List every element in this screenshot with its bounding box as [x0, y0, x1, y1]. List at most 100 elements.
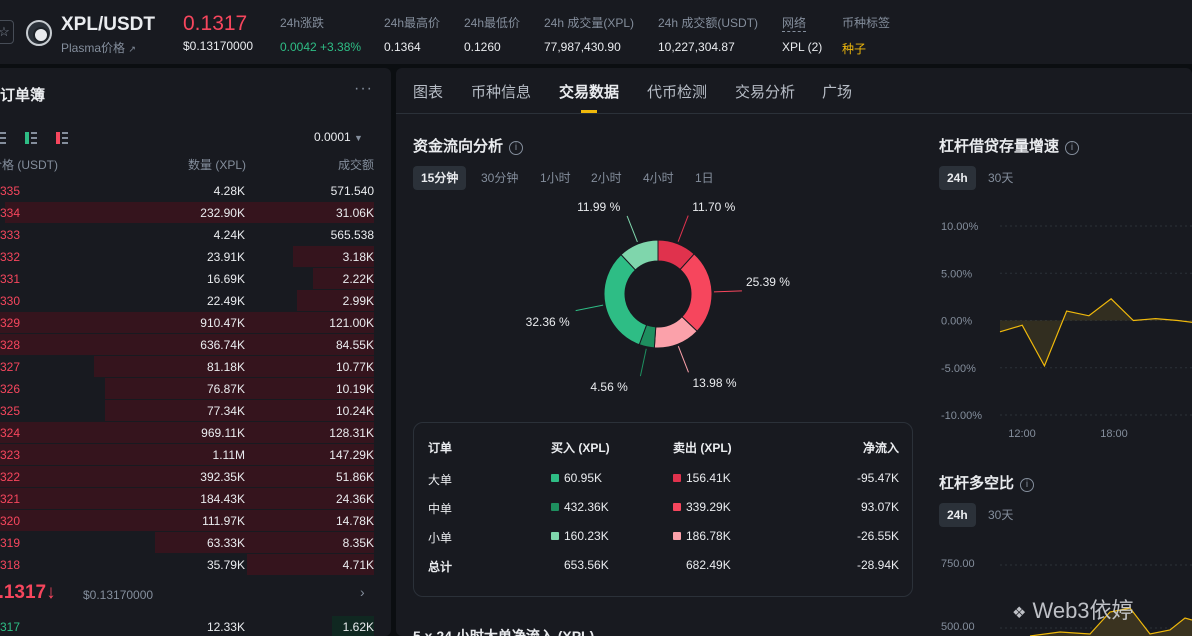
- row-total-buy: 653.56K: [564, 558, 609, 572]
- orderbook-both-view-icon[interactable]: [0, 132, 6, 144]
- stat-value: 0.1364: [384, 40, 421, 54]
- coin-price-link[interactable]: Plasma价格 ↗: [61, 39, 136, 56]
- info-icon[interactable]: i: [1020, 478, 1035, 492]
- row-large-buy-value: 60.95K: [564, 471, 603, 485]
- favorite-star-icon[interactable]: ☆: [0, 20, 14, 44]
- ask-qty: 35.79K: [206, 558, 245, 572]
- ask-price: .1322: [0, 470, 21, 484]
- ask-row[interactable]: .1324 969.11K 128.31K: [0, 422, 374, 444]
- row-small-net: -26.55K: [856, 529, 899, 543]
- ask-price: .1331: [0, 272, 21, 286]
- ticker-header: ☆ XPL/USDT Plasma价格 ↗ 0.1317 $0.13170000…: [0, 0, 1192, 64]
- tab-trade-analysis[interactable]: 交易分析: [735, 81, 795, 102]
- ask-total: 51.86K: [335, 470, 374, 484]
- tab-square[interactable]: 广场: [822, 81, 852, 102]
- orderbook-asks-view-icon[interactable]: [56, 132, 68, 144]
- ask-row[interactable]: .1326 76.87K 10.19K: [0, 378, 374, 400]
- ask-price: .1328: [0, 338, 21, 352]
- stat-24h-low: 24h最低价 0.1260: [464, 14, 520, 54]
- pair-name[interactable]: XPL/USDT: [61, 14, 155, 36]
- stat-network[interactable]: 网络 XPL (2): [782, 14, 822, 54]
- col-header-qty: 数量 (XPL): [187, 158, 246, 172]
- ask-row[interactable]: .1328 636.74K 84.55K: [0, 334, 374, 356]
- long-short-title-text: 杠杆多空比: [939, 475, 1015, 492]
- ask-total: 10.77K: [335, 360, 374, 374]
- interval-15m[interactable]: 15分钟: [413, 166, 467, 190]
- info-icon[interactable]: i: [1065, 141, 1080, 155]
- info-icon[interactable]: i: [509, 141, 524, 155]
- row-small-name: 小单: [428, 531, 453, 545]
- sell-legend-swatch: [673, 474, 681, 482]
- y-tick-label: -5.00%: [941, 363, 976, 375]
- ask-total: 3.18K: [342, 250, 374, 264]
- interval-1d[interactable]: 1日: [687, 166, 722, 190]
- more-options-icon[interactable]: ···: [354, 80, 373, 98]
- ask-row[interactable]: .1335 4.28K 571.540: [0, 180, 374, 202]
- coin-tag-seed[interactable]: 种子: [842, 40, 890, 57]
- ask-row[interactable]: .1332 23.91K 3.18K: [0, 246, 374, 268]
- range-30d[interactable]: 30天: [980, 166, 1021, 190]
- y-tick: 750.00: [941, 558, 975, 570]
- donut-slice[interactable]: [603, 253, 648, 346]
- row-large-sell: 156.41K: [673, 471, 731, 485]
- ask-price: .1321: [0, 492, 21, 506]
- last-price: 0.1317: [183, 12, 248, 35]
- fund-flow-title: 资金流向分析 i: [413, 135, 524, 156]
- leader-line: [639, 348, 647, 377]
- leader-line: [677, 215, 689, 242]
- stat-label: 24h涨跌: [280, 16, 325, 30]
- stat-label: 网络: [782, 16, 807, 32]
- ask-row[interactable]: .1334 232.90K 31.06K: [0, 202, 374, 224]
- chevron-right-icon[interactable]: ›: [360, 584, 365, 600]
- tick-size-select[interactable]: 0.0001 ▼: [314, 130, 363, 144]
- donut-slice-label: 11.70 %: [692, 199, 736, 214]
- ask-qty: 77.34K: [206, 404, 245, 418]
- ask-row[interactable]: .1327 81.18K 10.77K: [0, 356, 374, 378]
- ask-total: 121.00K: [329, 316, 374, 330]
- ask-total: 31.06K: [335, 206, 374, 220]
- orderbook-panel: 订单簿 ··· 0.0001 ▼ 价格 (USDT) 数量 (XPL) 成交额 …: [0, 68, 391, 636]
- ask-total: 128.31K: [329, 426, 374, 440]
- tab-trade-data[interactable]: 交易数据: [559, 81, 619, 102]
- ask-row[interactable]: .1331 16.69K 2.22K: [0, 268, 374, 290]
- stat-24h-change: 24h涨跌 0.0042 +3.38%: [280, 14, 361, 54]
- ask-row[interactable]: .1318 35.79K 4.71K: [0, 554, 374, 576]
- bid-row[interactable]: .1317 12.33K 1.62K: [0, 616, 374, 636]
- ask-row[interactable]: .1325 77.34K 10.24K: [0, 400, 374, 422]
- interval-30m[interactable]: 30分钟: [473, 166, 526, 190]
- stat-label: 24h最低价: [464, 16, 521, 30]
- chevron-down-icon: ▼: [354, 133, 363, 143]
- interval-1h[interactable]: 1小时: [532, 166, 579, 190]
- range-30d[interactable]: 30天: [980, 503, 1021, 527]
- ask-row[interactable]: .1320 111.97K 14.78K: [0, 510, 374, 532]
- orderbook-bids-view-icon[interactable]: [25, 132, 37, 144]
- y-tick-label: 10.00%: [941, 221, 979, 233]
- interval-4h[interactable]: 4小时: [635, 166, 682, 190]
- ask-row[interactable]: .1321 184.43K 24.36K: [0, 488, 374, 510]
- row-medium-name: 中单: [428, 502, 453, 516]
- sell-legend-swatch: [673, 532, 681, 540]
- tab-chart[interactable]: 图表: [413, 81, 443, 102]
- depth-bar: [0, 312, 374, 333]
- range-24h[interactable]: 24h: [939, 503, 976, 527]
- ask-row[interactable]: .1319 63.33K 8.35K: [0, 532, 374, 554]
- ask-row[interactable]: .1333 4.24K 565.538: [0, 224, 374, 246]
- xpl-logo-icon: [26, 20, 52, 46]
- ask-total: 24.36K: [335, 492, 374, 506]
- ask-row[interactable]: .1329 910.47K 121.00K: [0, 312, 374, 334]
- margin-growth-title: 杠杆借贷存量增速 i: [939, 135, 1080, 156]
- ask-row[interactable]: .1330 22.49K 2.99K: [0, 290, 374, 312]
- ask-row[interactable]: .1322 392.35K 51.86K: [0, 466, 374, 488]
- interval-2h[interactable]: 2小时: [583, 166, 630, 190]
- external-link-icon: ↗: [128, 44, 136, 54]
- row-medium-sell-value: 339.29K: [686, 500, 731, 514]
- ask-total: 4.71K: [342, 558, 374, 572]
- y-tick-label: -10.00%: [941, 410, 982, 422]
- ask-row[interactable]: .1323 1.11M 147.29K: [0, 444, 374, 466]
- tab-token-check[interactable]: 代币检测: [647, 81, 707, 102]
- donut-slice-label: 4.56 %: [590, 380, 628, 395]
- leader-line: [713, 290, 742, 293]
- x-tick-label: 12:00: [1008, 428, 1036, 440]
- range-24h[interactable]: 24h: [939, 166, 976, 190]
- tab-coin-info[interactable]: 币种信息: [471, 81, 531, 102]
